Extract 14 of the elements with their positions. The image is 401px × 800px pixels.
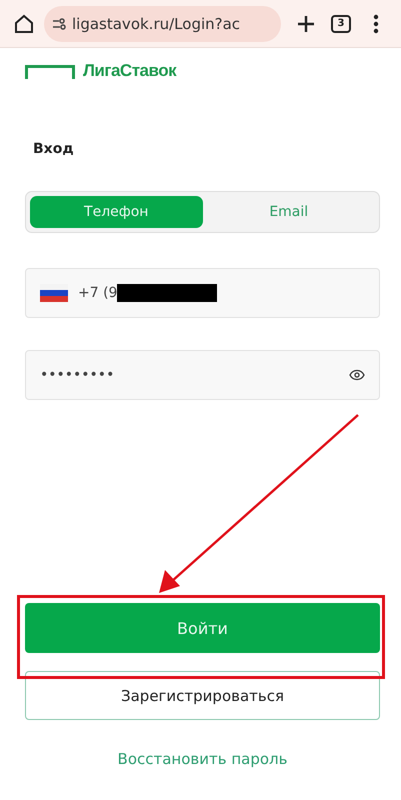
phone-value: +7 (9 — [78, 285, 118, 301]
eye-icon[interactable] — [349, 369, 365, 381]
url-text: ligastavok.ru/Login?ac — [72, 14, 240, 32]
address-bar[interactable]: ligastavok.ru/Login?ac — [44, 6, 281, 42]
home-icon[interactable] — [14, 14, 34, 34]
site-settings-icon[interactable] — [52, 18, 66, 30]
register-button[interactable]: Зарегистрироваться — [25, 671, 380, 720]
password-field[interactable]: ••••••••• — [25, 350, 380, 400]
logo-text: ЛигаСтавок — [83, 62, 176, 79]
logo-icon — [25, 65, 75, 79]
login-heading: Вход — [33, 141, 75, 157]
phone-field[interactable]: +7 (9 — [25, 268, 380, 318]
tab-count[interactable]: 3 — [331, 14, 351, 32]
password-value: ••••••••• — [40, 367, 114, 383]
